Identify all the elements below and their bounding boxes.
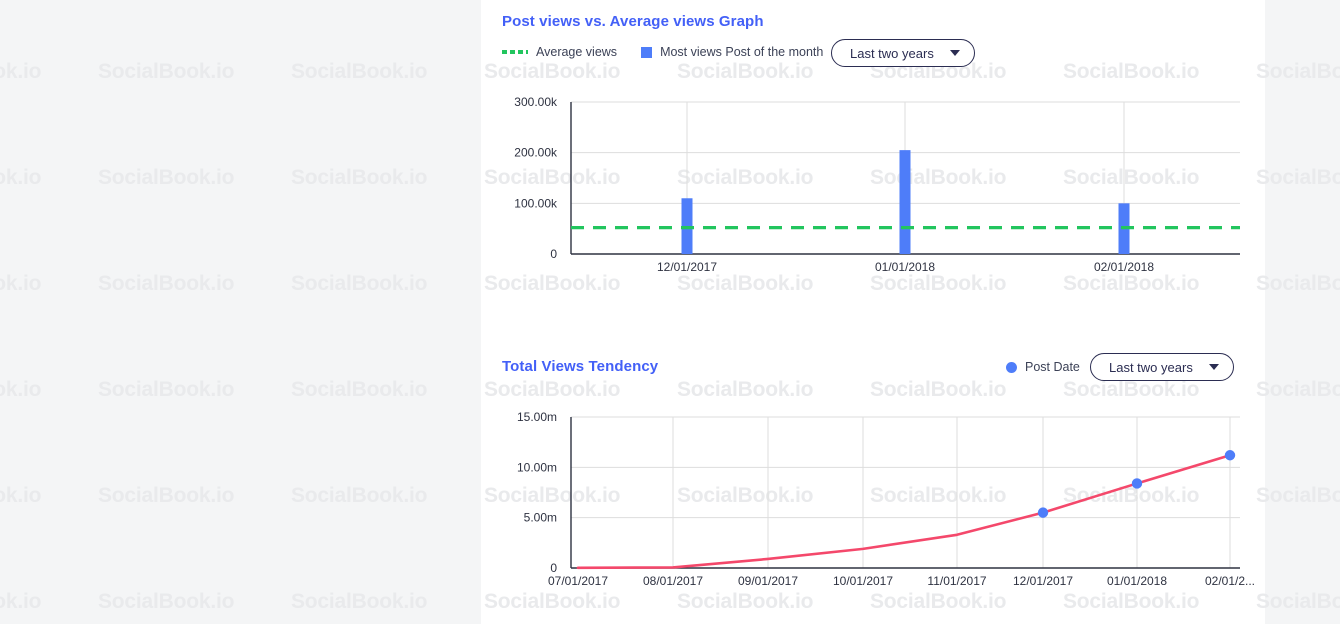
trend-line — [576, 453, 1232, 570]
y-axis-tick-label: 100.00k — [514, 196, 558, 210]
dashed-line-icon — [502, 50, 528, 54]
analytics-card: SocialBook.io SocialBook.io SocialBook.io S… — [481, 0, 1265, 624]
watermark-text: SocialBook.io — [1256, 484, 1340, 507]
watermark-text: SocialBook.io — [1256, 166, 1340, 189]
watermark-text: SocialBook.io — [98, 378, 235, 401]
x-axis-tick-label: 12/01/2017 — [657, 260, 717, 274]
x-axis-tick-label: 02/01/2018 — [1094, 260, 1154, 274]
watermark-text: SocialBook.io — [0, 378, 42, 401]
bar — [899, 150, 911, 254]
watermark-text: SocialBook.io — [291, 378, 428, 401]
y-axis-tick-label: 0 — [550, 561, 557, 575]
data-point-marker — [1037, 507, 1049, 518]
x-axis-tick-label: 09/01/2017 — [738, 574, 798, 588]
page-root: SocialBook.io SocialBook.io SocialBook.io S… — [0, 0, 1340, 624]
y-axis-tick-label: 15.00m — [517, 410, 557, 424]
x-axis-tick-label: 02/01/2... — [1205, 574, 1255, 588]
x-axis-tick-label: 10/01/2017 — [833, 574, 893, 588]
legend-item-average-views: Average views — [502, 45, 617, 59]
chevron-down-icon — [949, 50, 960, 56]
data-point-marker — [1131, 478, 1143, 489]
watermark-text: SocialBook.io — [291, 484, 428, 507]
legend-label-post-date: Post Date — [1025, 360, 1080, 374]
x-axis-tick-label: 01/01/2018 — [875, 260, 935, 274]
dot-marker-icon — [1006, 361, 1017, 373]
y-axis-tick-label: 10.00m — [517, 460, 557, 474]
y-axis-tick-label: 300.00k — [514, 95, 558, 109]
total-views-range-value: Last two years — [1109, 359, 1193, 375]
watermark-text: SocialBook.io — [1256, 272, 1340, 295]
y-axis-tick-label: 5.00m — [524, 511, 557, 525]
post-views-chart-legend: Average views Most views Post of the mon… — [502, 45, 847, 59]
watermark-text: SocialBook.io — [0, 590, 42, 613]
total-views-line-chart: 15.00m 10.00m 5.00m 0 07/01/2017 08/01/2017 09… — [481, 405, 1265, 590]
watermark-text: SocialBook.io — [291, 60, 428, 83]
watermark-text: SocialBook.io — [98, 484, 235, 507]
watermark-text: SocialBook.io — [0, 272, 42, 295]
watermark-text: SocialBook.io — [1256, 60, 1340, 83]
bar-chart-svg: 300.00k 200.00k 100.00k 0 12/01/2017 01/01/20… — [514, 95, 1240, 274]
legend-item-most-views-post: Most views Post of the month — [641, 45, 823, 59]
legend-label-average-views: Average views — [536, 45, 618, 59]
x-axis-tick-label: 07/01/2017 — [548, 574, 608, 588]
watermark-text: SocialBook.io — [98, 60, 235, 83]
y-axis-tick-label: 0 — [550, 247, 557, 261]
watermark-text: SocialBook.io — [98, 166, 235, 189]
post-views-range-dropdown[interactable]: Last two years — [831, 39, 975, 67]
post-views-range-value: Last two years — [850, 45, 934, 61]
x-axis-tick-label: 11/01/2017 — [927, 574, 986, 588]
total-views-chart-title: Total Views Tendency — [502, 358, 659, 375]
watermark-text: SocialBook.io — [0, 484, 42, 507]
watermark-text: SocialBook.io — [1256, 378, 1340, 401]
post-views-bar-chart: 300.00k 200.00k 100.00k 0 12/01/2017 01/01/20… — [481, 90, 1265, 285]
watermark-text: SocialBook.io — [291, 590, 428, 613]
legend-item-post-date: Post Date — [1006, 360, 1080, 374]
chevron-down-icon — [1208, 364, 1219, 370]
square-marker-icon — [641, 46, 653, 58]
watermark-text: SocialBook.io — [98, 590, 235, 613]
total-views-range-dropdown[interactable]: Last two years — [1090, 353, 1234, 381]
watermark-text: SocialBook.io — [0, 60, 42, 83]
watermark-text: SocialBook.io — [291, 272, 428, 295]
x-axis-tick-label: 08/01/2017 — [643, 574, 703, 588]
line-chart-svg: 15.00m 10.00m 5.00m 007/01/2017 08/01/2017 09… — [517, 410, 1255, 588]
watermark-text: SocialBook.io — [98, 272, 235, 295]
data-point-marker — [1224, 450, 1236, 461]
x-axis-tick-label: 01/01/2018 — [1107, 574, 1167, 588]
post-views-chart-title: Post views vs. Average views Graph — [502, 13, 764, 30]
legend-label-most-views-post: Most views Post of the month — [660, 45, 824, 59]
x-axis-tick-label: 12/01/2017 — [1013, 574, 1073, 588]
y-axis-tick-label: 200.00k — [514, 146, 558, 160]
watermark-text: SocialBook.io — [1256, 590, 1340, 613]
watermark-text: SocialBook.io — [0, 166, 42, 189]
watermark-text: SocialBook.io — [291, 166, 428, 189]
